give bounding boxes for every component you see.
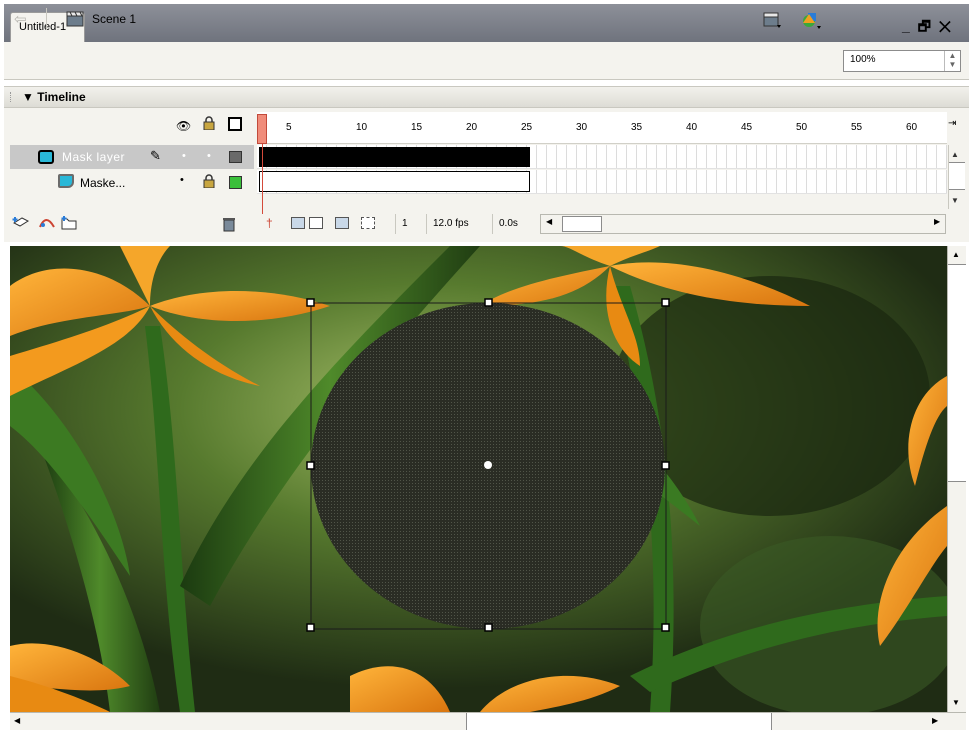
playhead[interactable] [257,114,267,144]
scroll-down-icon[interactable]: ▼ [952,698,960,707]
outline-color-box[interactable] [229,176,242,189]
trash-icon[interactable] [222,216,236,232]
scroll-thumb[interactable] [948,264,966,482]
frame-span[interactable] [259,147,530,167]
scroll-thumb[interactable] [949,162,965,190]
ruler-tick: 55 [851,122,863,133]
insert-layer-icon[interactable] [12,215,30,231]
pencil-icon: ✎ [150,148,161,163]
scroll-thumb[interactable] [562,216,602,232]
ruler-tick: 35 [631,122,643,133]
visibility-dot[interactable]: • [182,150,186,162]
mask-layer-icon [38,150,54,164]
scroll-left-icon[interactable]: ◀ [14,716,20,725]
current-frame: 1 [395,214,414,234]
frame-span[interactable] [259,171,530,192]
scene-clapper-icon [66,10,84,28]
timeline-title-text: Timeline [37,90,86,104]
scroll-thumb[interactable] [466,713,772,730]
lock-icon[interactable] [203,174,215,189]
onion-skin-outlines-icon[interactable] [309,217,323,229]
ruler-tick: 40 [686,122,698,133]
lock-icon[interactable] [203,116,215,131]
scroll-up-icon[interactable]: ▲ [951,150,959,159]
scroll-up-icon[interactable]: ▲ [952,250,960,259]
zoom-stepper[interactable]: ▲ ▼ [944,51,960,71]
onion-skin-icon[interactable] [291,217,305,229]
stage[interactable] [10,246,947,712]
ruler-tick: 30 [576,122,588,133]
scroll-right-icon[interactable]: ▶ [932,716,938,725]
minimize-icon[interactable]: _ [902,18,918,34]
window-controls[interactable]: _🗗✕ [902,16,959,40]
layer-name[interactable]: Maske... [80,176,125,190]
insert-folder-icon[interactable] [60,215,78,231]
ruler-tick: 50 [796,122,808,133]
timeline-title[interactable]: ▼ Timeline [22,90,86,104]
back-arrow-icon[interactable]: ⇦ [14,10,27,28]
lock-dot[interactable]: • [207,150,211,162]
center-frame-icon[interactable]: † [266,216,273,230]
playhead-line [262,144,263,214]
elapsed-time: 0.0s [492,214,524,234]
edit-multiple-frames-icon[interactable] [335,217,349,229]
timeline-header[interactable] [4,86,969,108]
modify-onion-markers-icon[interactable] [361,217,375,229]
ruler-tick: 20 [466,122,478,133]
document-tab-bar [4,4,969,42]
edit-scene-icon[interactable] [800,10,822,30]
panel-grip[interactable] [10,92,14,102]
frame-rate[interactable]: 12.0 fps [426,214,475,234]
ruler-tick: 60 [906,122,918,133]
outline-icon[interactable] [228,117,242,131]
eye-icon[interactable]: 👁 [176,119,191,133]
close-icon[interactable]: ✕ [939,18,959,34]
ruler-tick: 25 [521,122,533,133]
scroll-right-icon[interactable]: ▶ [934,217,940,226]
transform-center-point[interactable] [484,461,492,469]
ruler-tick: 5 [286,122,292,133]
visibility-dot[interactable]: • [180,174,184,186]
masked-layer-icon [58,174,74,188]
divider [46,8,47,30]
motion-guide-icon[interactable] [38,215,56,231]
outline-color-box[interactable] [229,151,242,163]
edit-bar [4,42,969,80]
scroll-left-icon[interactable]: ◀ [546,217,552,226]
restore-icon[interactable]: 🗗 [918,18,939,34]
ruler-tick: 15 [411,122,423,133]
ruler-tick: 45 [741,122,753,133]
scene-label[interactable]: Scene 1 [92,12,136,26]
edit-symbols-icon[interactable] [762,10,782,30]
stage-artwork [10,246,947,712]
frame-view-menu-icon[interactable]: ⇥ [948,118,956,129]
layer-row-masked[interactable] [10,170,254,194]
ruler-tick: 10 [356,122,368,133]
layer-name[interactable]: Mask layer [62,150,125,164]
scroll-down-icon[interactable]: ▼ [951,196,959,205]
